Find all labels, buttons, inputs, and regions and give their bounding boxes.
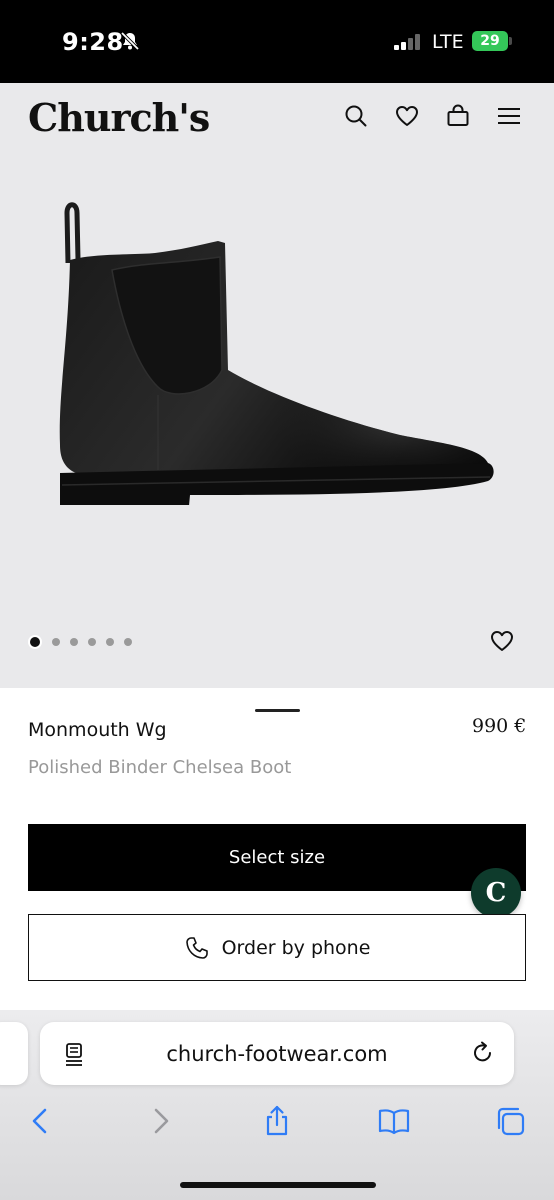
gallery-dot-4[interactable] (88, 638, 96, 646)
share-icon[interactable] (260, 1104, 294, 1138)
home-indicator[interactable] (180, 1182, 376, 1188)
previous-tab-preview[interactable] (0, 1022, 28, 1085)
product-price: 990 € (472, 715, 527, 737)
product-image (59, 202, 494, 505)
battery-tip (509, 37, 512, 45)
address-bar[interactable]: church-footwear.com (40, 1022, 514, 1085)
gallery-dot-1[interactable] (30, 637, 40, 647)
bookmarks-icon[interactable] (377, 1104, 411, 1138)
chat-button[interactable]: C (471, 868, 521, 918)
gallery-dot-5[interactable] (106, 638, 114, 646)
url-text: church-footwear.com (166, 1042, 388, 1066)
forward-icon[interactable] (143, 1104, 177, 1138)
bell-slash-icon (120, 31, 140, 51)
status-time: 9:28 (62, 28, 124, 56)
site-header: Church's (0, 83, 554, 155)
bag-icon[interactable] (445, 103, 471, 129)
gallery-dot-2[interactable] (52, 638, 60, 646)
search-icon[interactable] (343, 103, 369, 129)
sheet-drag-handle[interactable] (255, 709, 300, 712)
back-icon[interactable] (24, 1104, 58, 1138)
product-gallery[interactable] (0, 155, 554, 688)
wishlist-heart-icon[interactable] (489, 628, 515, 654)
menu-icon[interactable] (496, 103, 522, 129)
product-description: Polished Binder Chelsea Boot (28, 757, 292, 778)
chat-icon: C (485, 878, 507, 908)
heart-icon[interactable] (394, 103, 420, 129)
phone-icon (185, 936, 208, 959)
tabs-icon[interactable] (494, 1104, 528, 1138)
product-name: Monmouth Wg (28, 719, 167, 741)
select-size-label: Select size (228, 847, 326, 868)
gallery-dot-6[interactable] (124, 638, 132, 646)
order-by-phone-button[interactable]: Order by phone (28, 914, 526, 981)
brand-logo[interactable]: Church's (28, 95, 210, 140)
signal-icon (394, 34, 422, 50)
status-bar: 9:28 LTE 29 (0, 0, 554, 83)
browser-chrome: church-footwear.com (0, 1010, 554, 1200)
network-type: LTE (432, 31, 464, 53)
select-size-button[interactable]: Select size (28, 824, 526, 891)
gallery-dot-3[interactable] (70, 638, 78, 646)
reload-icon[interactable] (470, 1040, 496, 1066)
order-by-phone-label: Order by phone (221, 936, 371, 959)
battery-charging-icon: 29 (472, 31, 508, 51)
